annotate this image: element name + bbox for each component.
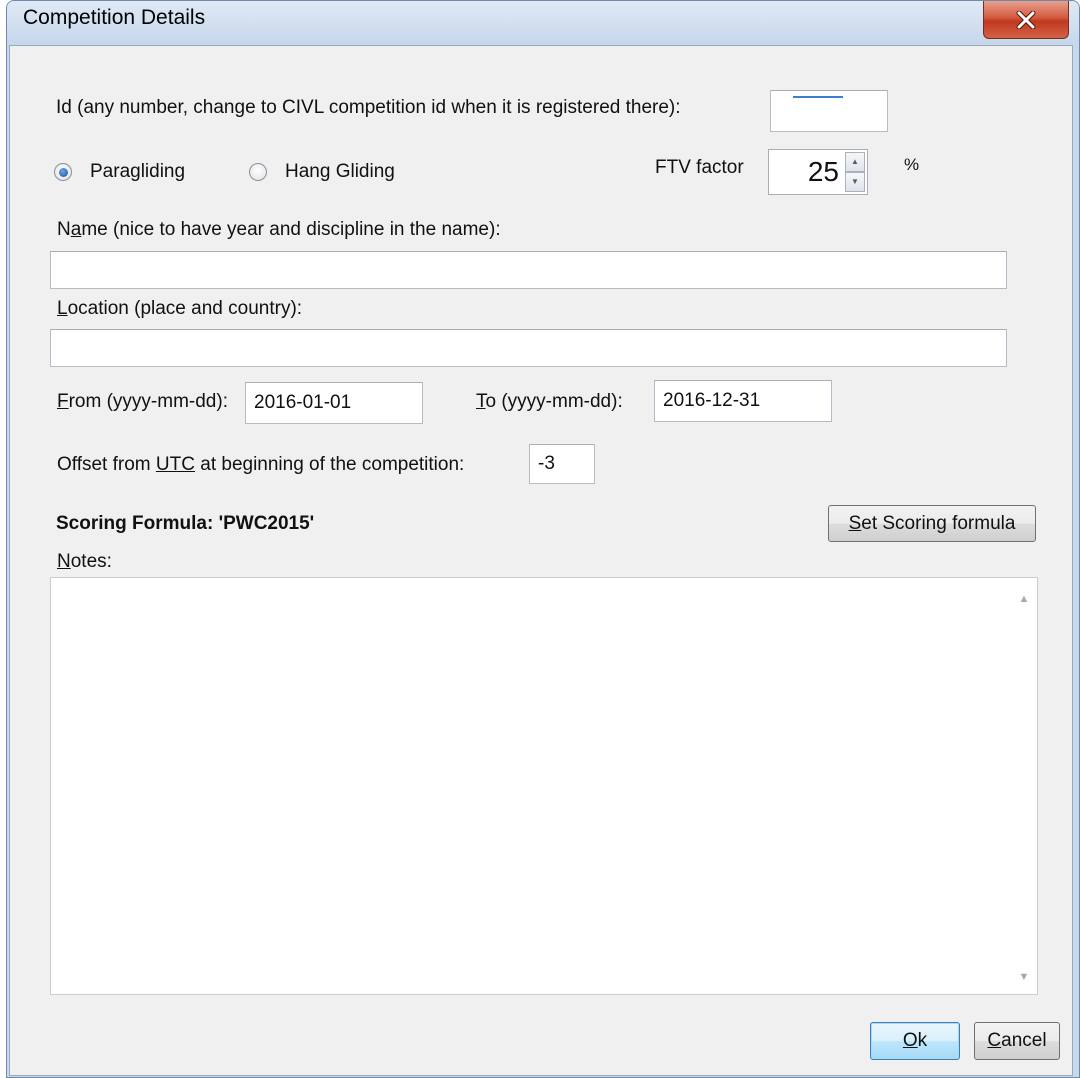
radio-hang-gliding[interactable]: Hang Gliding <box>249 161 395 183</box>
set-scoring-formula-button[interactable]: Set Scoring formula <box>828 505 1036 542</box>
radio-paragliding-label: Paragliding <box>90 161 186 182</box>
location-label: Location (place and country): <box>57 298 303 319</box>
close-button[interactable] <box>983 1 1069 39</box>
utc-offset-value: -3 <box>538 453 555 474</box>
dialog-client-area: Id (any number, change to CIVL competiti… <box>9 45 1073 1076</box>
cancel-button-label: Cancel <box>987 1030 1047 1051</box>
window-title: Competition Details <box>23 6 206 29</box>
ftv-factor-value: 25 <box>807 156 839 187</box>
ftv-factor-label: FTV factor <box>655 157 744 178</box>
radio-hang-gliding-label: Hang Gliding <box>285 161 395 182</box>
to-date-value: 2016-12-31 <box>663 390 761 411</box>
dialog-window: Competition Details Id (any number, chan… <box>6 0 1080 1078</box>
notes-label: Notes: <box>57 551 112 572</box>
cancel-button[interactable]: Cancel <box>974 1022 1060 1060</box>
set-scoring-formula-label: Set Scoring formula <box>848 512 1016 534</box>
notes-scrollbar[interactable]: ▲ ▼ <box>1011 578 1037 994</box>
radio-unselected-icon <box>249 163 267 181</box>
text-caret <box>793 96 843 98</box>
to-label: To (yyyy-mm-dd): <box>476 391 623 412</box>
ok-button-label: Ok <box>902 1030 928 1051</box>
spin-buttons: ▲ ▼ <box>845 152 865 192</box>
id-label: Id (any number, change to CIVL competiti… <box>56 97 681 118</box>
spin-up-button[interactable]: ▲ <box>845 152 865 172</box>
to-date-input[interactable]: 2016-12-31 <box>654 380 832 422</box>
name-input[interactable] <box>50 251 1007 289</box>
ftv-unit-label: % <box>904 155 920 174</box>
scoring-formula-label: Scoring Formula: 'PWC2015' <box>56 513 315 534</box>
radio-paragliding[interactable]: Paragliding <box>54 161 185 183</box>
title-bar[interactable]: Competition Details <box>7 1 1079 45</box>
arrow-up-icon: ▲ <box>851 157 859 166</box>
location-input[interactable] <box>50 329 1007 367</box>
notes-textarea[interactable]: ▲ ▼ <box>50 577 1038 995</box>
utc-offset-input[interactable]: -3 <box>529 444 595 484</box>
ok-button[interactable]: Ok <box>870 1022 960 1060</box>
utc-offset-label: Offset from UTC at beginning of the comp… <box>57 454 465 475</box>
id-input[interactable] <box>770 90 888 132</box>
from-date-value: 2016-01-01 <box>254 392 352 413</box>
arrow-down-icon: ▼ <box>851 177 859 186</box>
spin-down-button[interactable]: ▼ <box>845 172 865 192</box>
radio-selected-icon <box>54 163 72 181</box>
scroll-down-icon[interactable]: ▼ <box>1011 964 1037 990</box>
from-label: From (yyyy-mm-dd): <box>57 391 228 412</box>
scroll-up-icon[interactable]: ▲ <box>1011 586 1037 612</box>
close-icon <box>1016 10 1036 29</box>
from-date-input[interactable]: 2016-01-01 <box>245 382 423 424</box>
name-label: Name (nice to have year and discipline i… <box>57 219 501 240</box>
ftv-factor-spinner[interactable]: 25 ▲ ▼ <box>768 149 868 195</box>
